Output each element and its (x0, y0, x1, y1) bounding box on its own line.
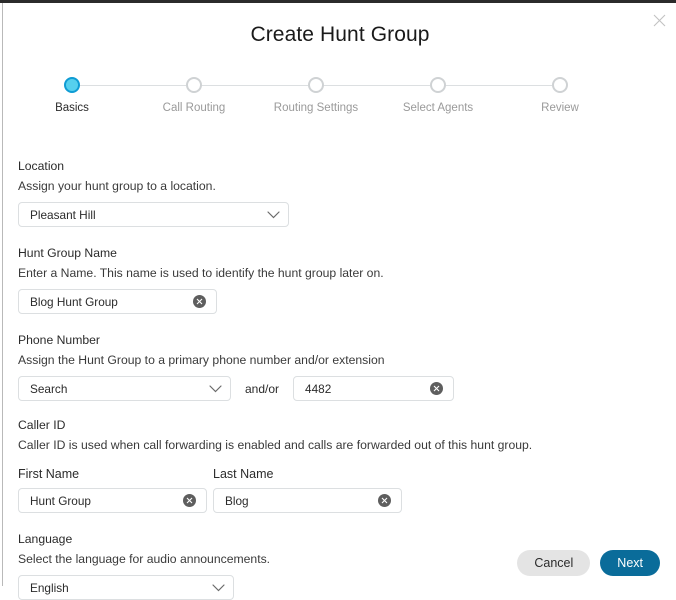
last-name-label: Last Name (213, 467, 274, 481)
stepper-item-review[interactable]: Review (500, 77, 620, 114)
clear-circle-icon[interactable] (378, 494, 391, 507)
stepper-connector (316, 85, 430, 86)
hunt-group-basics-form: Location Assign your hunt group to a loc… (18, 158, 668, 600)
field-hunt-group-name: Hunt Group Name Enter a Name. This name … (18, 245, 668, 314)
field-label: Caller ID (18, 418, 66, 432)
stepper-item-select-agents[interactable]: Select Agents (378, 77, 498, 114)
last-name-input[interactable]: Blog (213, 488, 402, 513)
language-select-value: English (30, 580, 69, 595)
clear-circle-icon[interactable] (183, 494, 196, 507)
phone-number-search-select[interactable]: Search (18, 376, 231, 401)
hunt-group-name-value: Blog Hunt Group (30, 294, 118, 309)
language-select[interactable]: English (18, 575, 234, 600)
step-dot[interactable] (186, 77, 202, 93)
stepper-item-call-routing[interactable]: Call Routing (134, 77, 254, 114)
first-name-value: Hunt Group (30, 493, 91, 508)
field-help-text: Assign the Hunt Group to a primary phone… (18, 353, 385, 367)
last-name-value: Blog (225, 493, 249, 508)
location-select[interactable]: Pleasant Hill (18, 202, 289, 227)
first-name-input[interactable]: Hunt Group (18, 488, 207, 513)
cancel-button[interactable]: Cancel (517, 550, 591, 576)
wizard-stepper: Basics Call Routing Routing Settings Sel… (55, 77, 624, 123)
chevron-down-icon (204, 384, 226, 393)
field-help-text: Caller ID is used when call forwarding i… (18, 438, 533, 452)
page-left-edge-line (2, 3, 3, 586)
phone-number-search-value: Search (30, 381, 68, 396)
extension-input[interactable]: 4482 (293, 376, 455, 401)
and-or-separator-label: and/or (245, 381, 280, 396)
step-dot[interactable] (64, 77, 80, 93)
clear-circle-icon[interactable] (193, 295, 206, 308)
field-label: Phone Number (18, 333, 100, 347)
clear-circle-icon[interactable] (430, 382, 444, 395)
next-button[interactable]: Next (600, 550, 660, 576)
field-help-text: Enter a Name. This name is used to ident… (18, 266, 384, 280)
step-label: Review (541, 102, 579, 114)
step-label: Basics (55, 102, 89, 114)
step-dot[interactable] (552, 77, 568, 93)
stepper-item-routing-settings[interactable]: Routing Settings (256, 77, 376, 114)
stepper-connector (194, 85, 308, 86)
step-dot[interactable] (308, 77, 324, 93)
stepper-connector (72, 85, 186, 86)
stepper-item-basics[interactable]: Basics (12, 77, 132, 114)
field-help-text: Assign your hunt group to a location. (18, 179, 216, 193)
chevron-down-icon (262, 210, 284, 219)
field-label: Location (18, 159, 65, 173)
step-dot[interactable] (430, 77, 446, 93)
step-label: Call Routing (162, 102, 226, 114)
field-label: Language (18, 532, 73, 546)
step-label: Select Agents (402, 102, 474, 114)
hunt-group-name-input[interactable]: Blog Hunt Group (18, 289, 217, 314)
step-label: Routing Settings (273, 102, 359, 114)
page-title: Create Hunt Group (250, 23, 430, 46)
page-left-gutter (0, 3, 2, 586)
field-phone-number: Phone Number Assign the Hunt Group to a … (18, 332, 668, 401)
create-hunt-group-dialog: Create Hunt Group Basics Call Routing Ro… (4, 3, 676, 600)
extension-value: 4482 (305, 381, 332, 396)
field-caller-id: Caller ID Caller ID is used when call fo… (18, 417, 668, 513)
dialog-footer: Cancel Next (517, 550, 660, 576)
field-location: Location Assign your hunt group to a loc… (18, 158, 668, 227)
chevron-down-icon (207, 583, 229, 592)
first-name-label: First Name (18, 467, 80, 481)
stepper-connector (438, 85, 552, 86)
field-label: Hunt Group Name (18, 246, 117, 260)
location-select-value: Pleasant Hill (30, 207, 96, 222)
